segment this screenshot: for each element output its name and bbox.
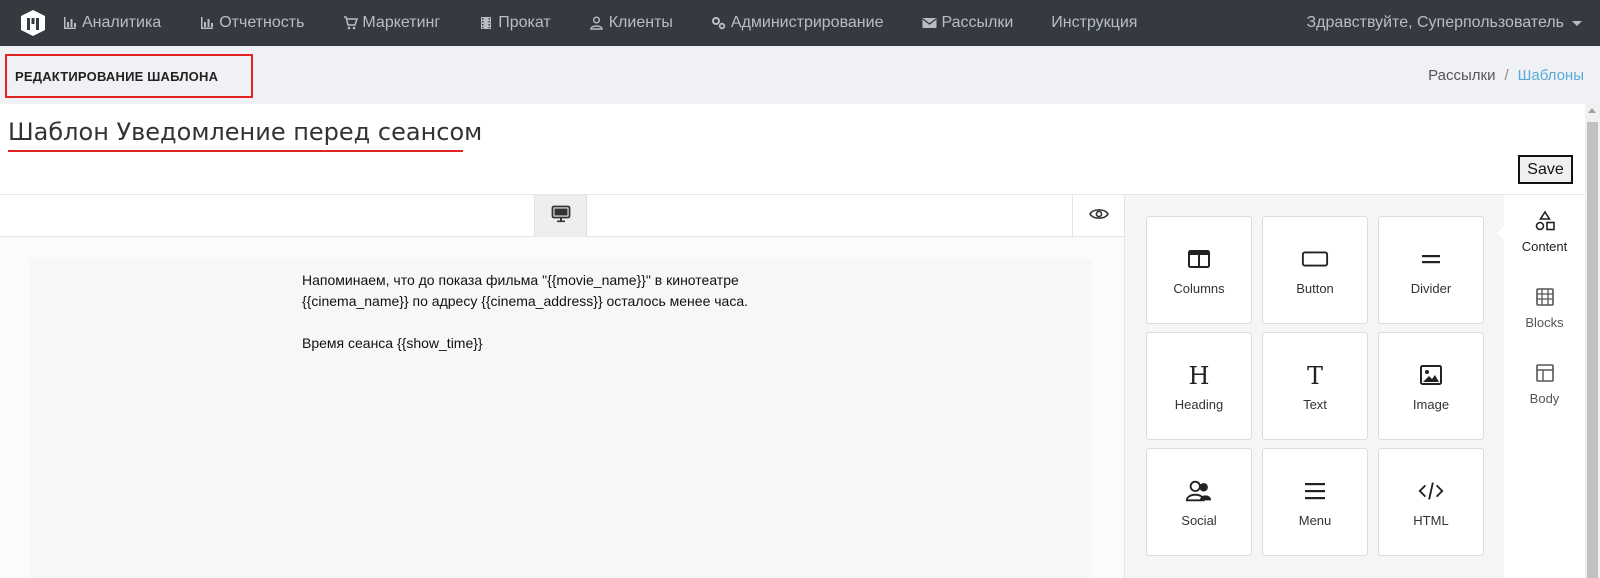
nav-item-label: Инструкция (1051, 14, 1138, 31)
nav-item-rental[interactable]: Прокат (478, 14, 551, 32)
nav-item-analytics[interactable]: Аналитика (62, 14, 161, 32)
email-editor: Напоминаем, что до показа фильма "{{movi… (0, 194, 1585, 578)
tool-label: HTML (1413, 513, 1449, 528)
desktop-icon (551, 205, 571, 228)
template-title: Шаблон Уведомление перед сеансом (8, 118, 483, 146)
nav-item-marketing[interactable]: Маркетинг (342, 14, 440, 32)
cart-icon (342, 15, 358, 31)
tool-label: Social (1181, 513, 1217, 528)
tool-label: Text (1303, 397, 1327, 412)
page-title: РЕДАКТИРОВАНИЕ ШАБЛОНА (5, 54, 253, 98)
tool-label: Button (1296, 281, 1334, 296)
film-icon (478, 15, 494, 31)
logo-icon[interactable] (18, 8, 48, 38)
tool-label: Menu (1298, 513, 1332, 528)
nav-item-label: Клиенты (608, 14, 673, 31)
email-body[interactable]: Напоминаем, что до показа фильма "{{movi… (30, 259, 1092, 578)
tab-label: Content (1521, 239, 1568, 254)
tool-image[interactable]: Image (1378, 332, 1484, 440)
cogs-icon (711, 15, 727, 31)
blocks-icon (1533, 285, 1557, 309)
side-tabs: Content Blocks Body (1504, 195, 1585, 578)
email-text-line: Время сеанса {{show_time}} (302, 335, 483, 351)
email-text-line: {{cinema_name}} по адресу {{cinema_addre… (302, 293, 749, 309)
nav-item-label: Аналитика (82, 14, 162, 31)
nav-item-label: Администрирование (730, 14, 884, 31)
breadcrumb-separator: / (1504, 66, 1509, 84)
email-text-block[interactable]: Напоминаем, что до показа фильма "{{movi… (302, 270, 802, 354)
columns-icon (1185, 245, 1213, 273)
nav-item-label: Рассылки (941, 14, 1014, 31)
tool-divider[interactable]: Divider (1378, 216, 1484, 324)
tab-blocks[interactable]: Blocks (1504, 285, 1585, 330)
nav-item-label: Маркетинг (362, 14, 441, 31)
tool-label: Divider (1410, 281, 1452, 296)
tab-label: Body (1529, 391, 1560, 406)
nav-item-label: Прокат (498, 14, 551, 31)
nav-item-administration[interactable]: Администрирование (711, 14, 884, 32)
tool-heading[interactable]: H Heading (1146, 332, 1252, 440)
eye-icon (1088, 207, 1109, 226)
image-icon (1417, 361, 1445, 389)
tool-columns[interactable]: Columns (1146, 216, 1252, 324)
top-navbar: Аналитика Отчетность Маркетинг Прокат Кл… (0, 0, 1600, 46)
tool-label: Heading (1174, 397, 1224, 412)
tab-body[interactable]: Body (1504, 361, 1585, 406)
breadcrumb-mailings[interactable]: Рассылки (1428, 67, 1495, 84)
shapes-icon (1533, 209, 1557, 233)
social-icon (1185, 477, 1213, 505)
editor-canvas: Напоминаем, что до показа фильма "{{movi… (0, 237, 1124, 578)
text-icon: T (1301, 361, 1329, 389)
heading-icon: H (1185, 361, 1213, 389)
tool-label: Image (1412, 397, 1450, 412)
nav-item-clients[interactable]: Клиенты (589, 14, 673, 32)
tool-html[interactable]: HTML (1378, 448, 1484, 556)
nav-item-manual[interactable]: Инструкция (1051, 14, 1137, 32)
tool-social[interactable]: Social (1146, 448, 1252, 556)
bar-chart-icon (62, 15, 78, 31)
page-subheader: РЕДАКТИРОВАНИЕ ШАБЛОНА Рассылки / Шаблон… (0, 46, 1600, 104)
user-greeting: Здравствуйте, Суперпользователь (1306, 14, 1564, 31)
scroll-up-arrow-icon[interactable] (1588, 108, 1596, 113)
editor-toolbar (0, 195, 1124, 237)
desktop-view-button[interactable] (534, 195, 587, 237)
tool-button[interactable]: Button (1262, 216, 1368, 324)
tools-panel: Columns Button Divider H Heading T Text … (1124, 195, 1504, 578)
scrollbar-thumb[interactable] (1587, 122, 1598, 578)
breadcrumb: Рассылки / Шаблоны (1428, 46, 1584, 104)
envelope-icon (921, 15, 937, 31)
menu-icon (1301, 477, 1329, 505)
tab-content[interactable]: Content (1504, 209, 1585, 254)
code-icon (1417, 477, 1445, 505)
divider-icon (1417, 245, 1445, 273)
tool-label: Columns (1173, 281, 1225, 296)
button-icon (1301, 245, 1329, 273)
bar-chart-icon (199, 15, 215, 31)
tab-label: Blocks (1525, 315, 1564, 330)
user-menu[interactable]: Здравствуйте, Суперпользователь (1307, 0, 1582, 46)
user-icon (589, 15, 605, 31)
body-layout-icon (1533, 361, 1557, 385)
chevron-down-icon (1572, 20, 1582, 26)
save-button[interactable]: Save (1518, 155, 1573, 184)
tool-menu[interactable]: Menu (1262, 448, 1368, 556)
tool-text[interactable]: T Text (1262, 332, 1368, 440)
title-highlight-underline (8, 150, 463, 152)
svg-text:H: H (1189, 363, 1210, 387)
page-scrollbar[interactable] (1585, 104, 1600, 578)
email-text-line: Напоминаем, что до показа фильма "{{movi… (302, 272, 739, 288)
nav-item-mailings[interactable]: Рассылки (921, 14, 1013, 32)
preview-button[interactable] (1072, 195, 1124, 237)
svg-text:T: T (1307, 363, 1323, 387)
nav-item-label: Отчетность (219, 14, 305, 31)
breadcrumb-templates[interactable]: Шаблоны (1518, 67, 1584, 84)
nav-item-reports[interactable]: Отчетность (199, 14, 304, 32)
